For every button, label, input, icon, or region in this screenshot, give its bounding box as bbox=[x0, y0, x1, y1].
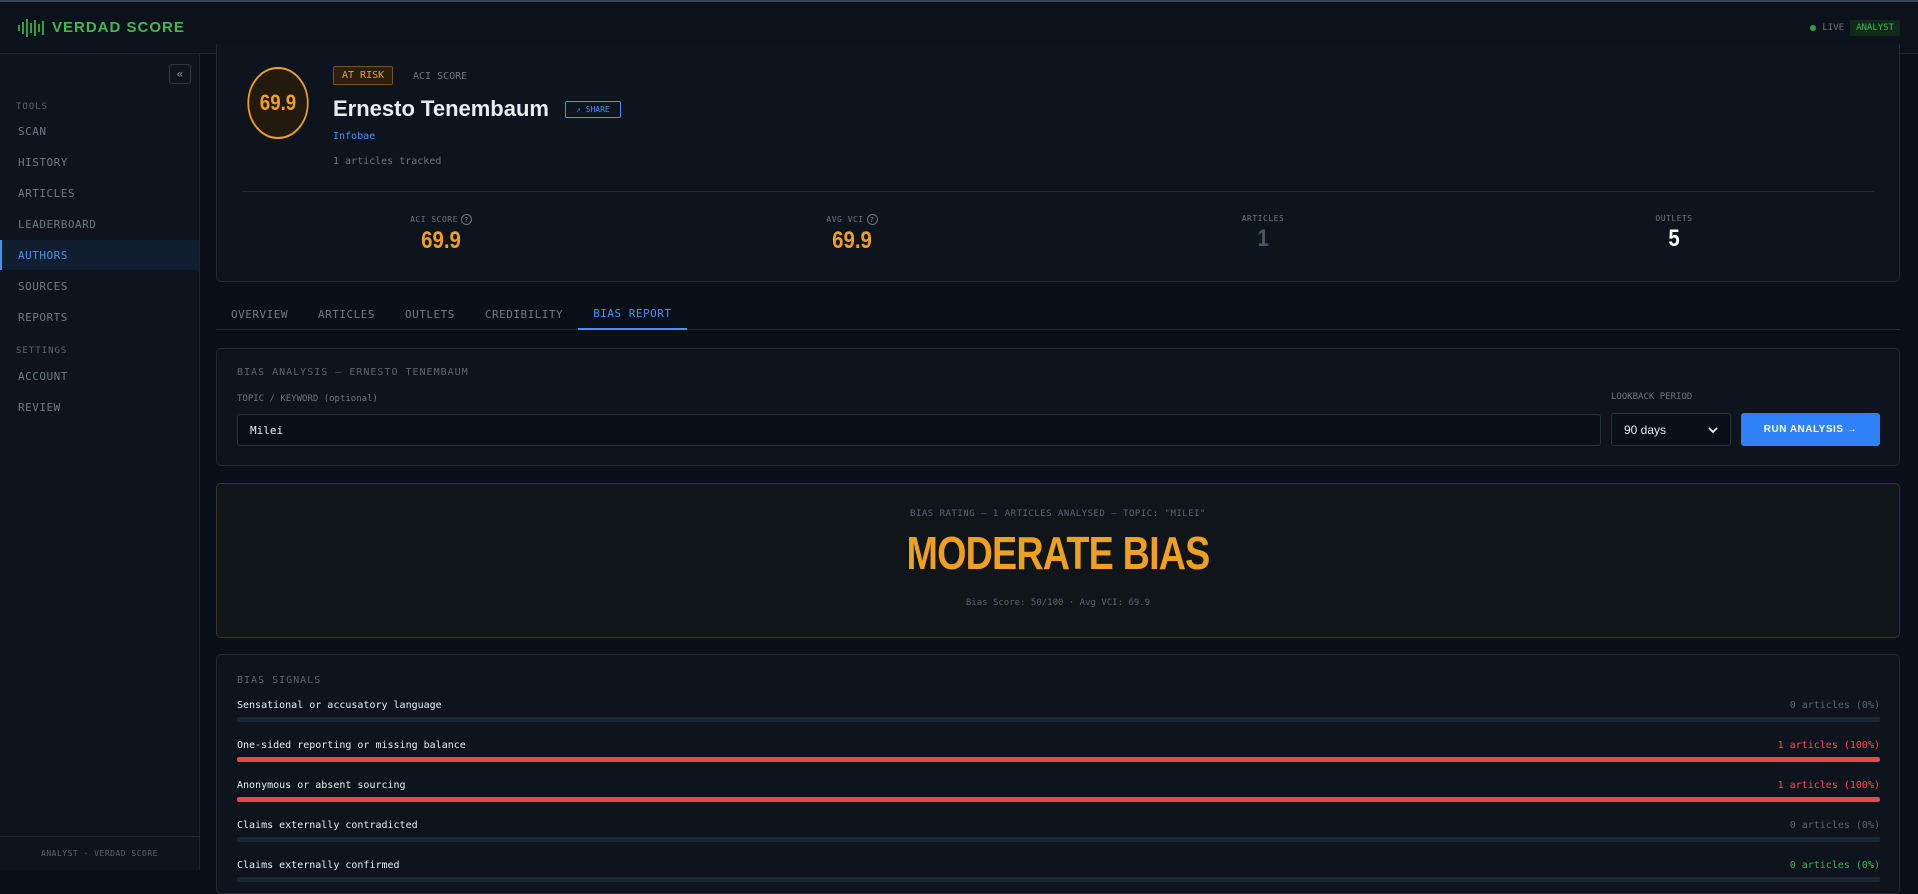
signal-name: Claims externally confirmed bbox=[237, 860, 400, 871]
bias-rating-card: BIAS RATING — 1 ARTICLES ANALYSED — TOPI… bbox=[216, 483, 1900, 638]
sidebar-item-leaderboard[interactable]: LEADERBOARD bbox=[0, 209, 199, 239]
nav-group-tools: TOOLS bbox=[16, 102, 49, 112]
signal-item: Claims externally contradicted 0 article… bbox=[237, 820, 1880, 842]
selected-period: 90 days bbox=[1624, 422, 1667, 437]
status-area: LIVE ANALYST bbox=[1810, 19, 1900, 36]
signal-name: Anonymous or absent sourcing bbox=[237, 780, 406, 791]
author-profile-card: 69.9 AT RISK ACI SCORE Ernesto Tenembaum… bbox=[216, 44, 1900, 282]
stat-value: 5 bbox=[1668, 225, 1680, 252]
bias-analysis-form: BIAS ANALYSIS — ERNESTO TENEMBAUM TOPIC … bbox=[216, 348, 1900, 466]
signal-bar-track bbox=[237, 757, 1880, 762]
sidebar: « TOOLS SCAN HISTORY ARTICLES LEADERBOAR… bbox=[0, 54, 200, 870]
nav-group-settings: SETTINGS bbox=[16, 346, 68, 356]
stat-avg-vci: AVG VCI? 69.9 bbox=[752, 214, 952, 255]
aci-score-label: ACI SCORE bbox=[413, 71, 468, 82]
tab-credibility[interactable]: CREDIBILITY bbox=[470, 298, 578, 330]
signal-bar-track bbox=[237, 877, 1880, 882]
tab-bias-report[interactable]: BIAS REPORT bbox=[578, 298, 687, 330]
tab-outlets[interactable]: OUTLETS bbox=[390, 298, 470, 330]
sidebar-item-articles[interactable]: ARTICLES bbox=[0, 178, 199, 208]
rating-subtitle: BIAS RATING — 1 ARTICLES ANALYSED — TOPI… bbox=[910, 509, 1206, 519]
waveform-icon bbox=[18, 18, 44, 38]
section-title: BIAS ANALYSIS — ERNESTO TENEMBAUM bbox=[237, 367, 469, 378]
lookback-label: LOOKBACK PERIOD bbox=[1611, 392, 1693, 402]
signal-bar-fill bbox=[237, 757, 1880, 762]
lookback-period-select[interactable]: 90 days bbox=[1611, 413, 1731, 446]
risk-badge: AT RISK bbox=[333, 66, 394, 85]
signal-count: 0 articles (0%) bbox=[1789, 700, 1880, 711]
signal-bar-track bbox=[237, 837, 1880, 842]
aci-score-ring: 69.9 bbox=[247, 67, 309, 139]
live-indicator-icon bbox=[1810, 24, 1817, 31]
sidebar-item-sources[interactable]: SOURCES bbox=[0, 271, 199, 301]
chevron-down-icon bbox=[1708, 423, 1718, 437]
signal-bar-fill bbox=[237, 797, 1880, 802]
profile-tabs: OVERVIEW ARTICLES OUTLETS CREDIBILITY BI… bbox=[216, 298, 1900, 330]
rating-headline: MODERATE BIAS bbox=[906, 527, 1211, 579]
help-icon[interactable]: ? bbox=[866, 214, 878, 225]
stat-label: OUTLETS bbox=[1655, 214, 1693, 223]
signal-bar-track bbox=[237, 797, 1880, 802]
signal-name: Claims externally contradicted bbox=[237, 820, 418, 831]
app-name: VERDAD SCORE bbox=[52, 19, 185, 36]
outlet-link[interactable]: Infobae bbox=[333, 131, 375, 142]
signal-name: One-sided reporting or missing balance bbox=[237, 740, 466, 751]
collapse-sidebar-button[interactable]: « bbox=[169, 64, 191, 84]
topic-label: TOPIC / KEYWORD (optional) bbox=[237, 394, 378, 404]
topic-input[interactable] bbox=[237, 414, 1601, 446]
stat-outlets: OUTLETS 5 bbox=[1574, 214, 1774, 253]
signal-bar-track bbox=[237, 717, 1880, 722]
stat-label: ACI SCORE bbox=[410, 215, 458, 224]
author-name: Ernesto Tenembaum bbox=[333, 96, 549, 121]
signal-count: 1 articles (100%) bbox=[1777, 780, 1880, 791]
signal-count: 0 articles (0%) bbox=[1789, 860, 1880, 871]
sidebar-item-scan[interactable]: SCAN bbox=[0, 116, 199, 146]
help-icon[interactable]: ? bbox=[460, 214, 472, 225]
articles-tracked: 1 articles tracked bbox=[333, 156, 442, 167]
role-badge: ANALYST bbox=[1850, 19, 1900, 36]
stat-label: ARTICLES bbox=[1241, 214, 1285, 223]
stat-label: AVG VCI bbox=[826, 215, 864, 224]
signal-item: Anonymous or absent sourcing 1 articles … bbox=[237, 780, 1880, 802]
sidebar-item-history[interactable]: HISTORY bbox=[0, 147, 199, 177]
share-button[interactable]: ↗ SHARE bbox=[565, 101, 621, 118]
section-title: BIAS SIGNALS bbox=[237, 675, 322, 686]
bias-signals-card: BIAS SIGNALS Sensational or accusatory l… bbox=[216, 654, 1900, 894]
app-logo[interactable]: VERDAD SCORE bbox=[18, 18, 185, 38]
sidebar-item-authors[interactable]: AUTHORS bbox=[0, 240, 199, 270]
tab-articles[interactable]: ARTICLES bbox=[303, 298, 390, 330]
sidebar-footer: ANALYST · VERDAD SCORE bbox=[0, 836, 199, 870]
stat-value: 69.9 bbox=[832, 227, 872, 254]
live-label: LIVE bbox=[1822, 22, 1845, 33]
signal-item: Claims externally confirmed 0 articles (… bbox=[237, 860, 1880, 882]
stat-articles: ARTICLES 1 bbox=[1163, 214, 1363, 253]
signal-item: Sensational or accusatory language 0 art… bbox=[237, 700, 1880, 722]
sidebar-item-reports[interactable]: REPORTS bbox=[0, 302, 199, 332]
sidebar-item-account[interactable]: ACCOUNT bbox=[0, 361, 199, 391]
sidebar-item-review[interactable]: REVIEW bbox=[0, 392, 199, 422]
stat-aci-score: ACI SCORE? 69.9 bbox=[341, 214, 541, 255]
signal-item: One-sided reporting or missing balance 1… bbox=[237, 740, 1880, 762]
signal-count: 1 articles (100%) bbox=[1777, 740, 1880, 751]
rating-footer: Bias Score: 50/100 · Avg VCI: 69.9 bbox=[965, 598, 1151, 608]
signal-name: Sensational or accusatory language bbox=[237, 700, 442, 711]
divider bbox=[242, 191, 1874, 192]
stat-value: 1 bbox=[1257, 225, 1269, 252]
stat-value: 69.9 bbox=[421, 227, 461, 254]
tab-overview[interactable]: OVERVIEW bbox=[216, 298, 303, 330]
signal-count: 0 articles (0%) bbox=[1789, 820, 1880, 831]
run-analysis-button[interactable]: RUN ANALYSIS → bbox=[1741, 413, 1880, 446]
